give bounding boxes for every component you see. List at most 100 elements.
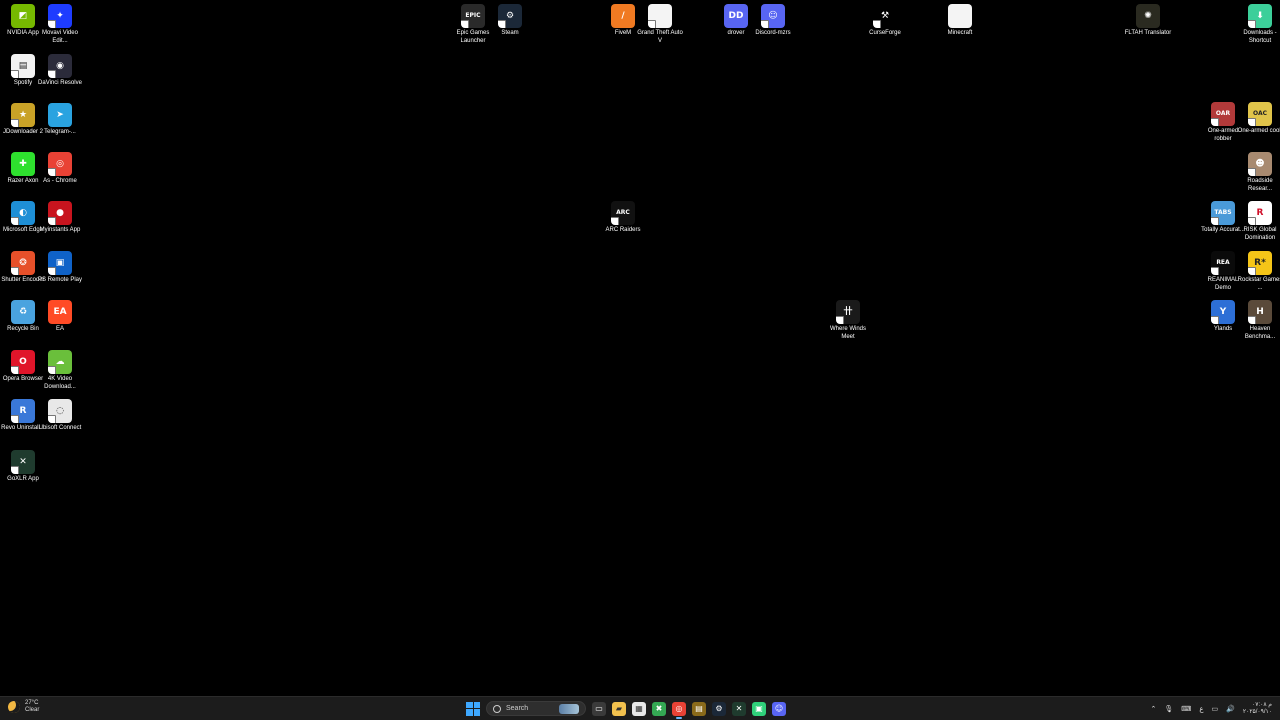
shortcut-arrow-icon — [48, 70, 56, 78]
system-tray: ⌃ 🎙 ⌨ ع ▭ 🔊 ۰۷:۰۸ م ۲۰۲۵/۰۹/۱۰ — [1150, 700, 1272, 717]
where-winds-meet-icon: 卄 — [836, 300, 860, 324]
shortcut-arrow-icon — [1248, 316, 1256, 324]
fltah-translator-icon: ✺ — [1136, 4, 1160, 28]
desktop-icon[interactable]: ✕ GoXLR App — [0, 450, 46, 484]
curseforge-icon: ⚒ — [873, 4, 897, 28]
discord-icon: ☺ — [761, 4, 785, 28]
language-indicator[interactable]: ع — [1199, 705, 1203, 713]
nvidia-icon: ◩ — [11, 4, 35, 28]
keyboard-icon[interactable]: ⌨ — [1181, 705, 1191, 713]
taskbar-file-explorer-icon[interactable]: ▰ — [612, 701, 626, 716]
chrome-icon: ◎ — [48, 152, 72, 176]
taskbar-chrome-icon[interactable]: ◎ — [672, 701, 686, 719]
desktop-icon[interactable]: EA EA — [37, 300, 83, 334]
desktop-icon[interactable]: ✺ FLTAH Translator — [1125, 4, 1171, 38]
edge-icon: ◐ — [11, 201, 35, 225]
taskbar-microsoft-store-icon[interactable]: ▦ — [632, 701, 646, 716]
shortcut-arrow-icon — [611, 217, 619, 225]
network-icon[interactable]: ▭ — [1212, 705, 1219, 713]
document-icon — [948, 4, 972, 28]
search-icon — [493, 704, 501, 713]
shortcut-arrow-icon — [11, 119, 19, 127]
taskbar-goxlr-icon[interactable]: ✕ — [732, 701, 746, 716]
recycle-bin-icon: ♻ — [11, 300, 35, 324]
desktop-icon[interactable]: OAC One-armed cook — [1237, 102, 1280, 136]
shortcut-arrow-icon — [48, 168, 56, 176]
desktop-icon[interactable]: ☁ 4K Video Download... — [37, 350, 83, 391]
search-label: Search — [506, 705, 529, 712]
search-box[interactable]: Search — [486, 701, 586, 716]
desktop-icon-label: ARC Raiders — [605, 227, 641, 233]
desktop-icon-label: 4K Video Download... — [44, 376, 76, 390]
volume-icon[interactable]: 🔊 — [1226, 705, 1235, 713]
desktop-icon[interactable]: ✦ Movavi Video Edit... — [37, 4, 83, 45]
shortcut-arrow-icon — [836, 316, 844, 324]
taskbar-task-view-icon[interactable]: ▭ — [592, 701, 606, 716]
roadside-research-icon: ☻ — [1248, 152, 1272, 176]
shortcut-arrow-icon — [1211, 217, 1219, 225]
clock-date: ۲۰۲۵/۰۹/۱۰ — [1242, 708, 1272, 715]
desktop-icon[interactable]: ◎ As - Chrome — [37, 152, 83, 186]
desktop-icon[interactable]: R RISK Global Domination — [1237, 201, 1280, 242]
risk-icon: R — [1248, 201, 1272, 225]
clock[interactable]: ۰۷:۰۸ م ۲۰۲۵/۰۹/۱۰ — [1243, 702, 1272, 716]
microphone-icon[interactable]: 🎙 — [1164, 705, 1173, 713]
taskbar-xbox-icon[interactable]: ✖ — [652, 701, 666, 716]
goxlr-icon: ✕ — [11, 450, 35, 474]
myinstants-icon: ● — [48, 201, 72, 225]
desktop-icon[interactable]: ⚙ Steam — [487, 4, 533, 38]
chevron-up-icon[interactable]: ⌃ — [1150, 705, 1156, 713]
desktop-icon-label: Telegram-... — [44, 129, 76, 135]
fivem-icon: / — [611, 4, 635, 28]
shortcut-arrow-icon — [11, 415, 19, 423]
desktop-icon-label: Movavi Video Edit... — [42, 30, 78, 44]
desktop-icon[interactable]: Grand Theft Auto V — [637, 4, 683, 45]
4k-video-downloader-icon: ☁ — [48, 350, 72, 374]
desktop-icon[interactable]: ● Myinstants App — [37, 201, 83, 235]
desktop-icon-label: Ubisoft Connect — [38, 425, 82, 431]
desktop-icon-label: As - Chrome — [43, 178, 77, 184]
shortcut-arrow-icon — [648, 20, 656, 28]
desktop-icon-label: Discord-mzrs — [755, 30, 791, 36]
shortcut-arrow-icon — [498, 20, 506, 28]
downloads-folder-icon: ⬇ — [1248, 4, 1272, 28]
desktop-icon[interactable]: ⬇ Downloads - Shortcut — [1237, 4, 1280, 45]
desktop-icon-label: Minecraft — [947, 30, 973, 36]
desktop-icon[interactable]: ◌ Ubisoft Connect — [37, 399, 83, 433]
shortcut-arrow-icon — [1248, 20, 1256, 28]
desktop-icon[interactable]: H Heaven Benchma... — [1237, 300, 1280, 341]
start-button[interactable] — [466, 701, 480, 716]
epic-games-icon: EPIC — [461, 4, 485, 28]
arc-raiders-icon: ARC — [611, 201, 635, 225]
desktop-icon[interactable]: ➤ Telegram-... — [37, 103, 83, 137]
shortcut-arrow-icon — [11, 70, 19, 78]
shortcut-arrow-icon — [11, 217, 19, 225]
shortcut-arrow-icon — [1248, 267, 1256, 275]
shortcut-arrow-icon — [1248, 168, 1256, 176]
desktop-icon[interactable]: ☺ Discord-mzrs — [750, 4, 796, 38]
desktop-icon[interactable]: Minecraft — [937, 4, 983, 38]
weather-condition: Clear — [25, 707, 40, 713]
taskbar-app-green-icon[interactable]: ▣ — [752, 701, 766, 716]
document-icon — [648, 4, 672, 28]
desktop-icon[interactable]: ▣ PS Remote Play — [37, 251, 83, 285]
shortcut-arrow-icon — [1248, 217, 1256, 225]
taskbar-app-gold-icon[interactable]: ▤ — [692, 701, 706, 716]
desktop-icon[interactable]: ◉ DaVinci Resolve — [37, 54, 83, 88]
revo-uninstaller-icon: R — [11, 399, 35, 423]
desktop-icon[interactable]: ARC ARC Raiders — [600, 201, 646, 235]
shortcut-arrow-icon — [48, 20, 56, 28]
desktop-icon[interactable]: R* Rockstar Games ... — [1237, 251, 1280, 292]
desktop-icon[interactable]: ☻ Roadside Resear... — [1237, 152, 1280, 193]
desktop-icon[interactable]: ⚒ CurseForge — [862, 4, 908, 38]
shortcut-arrow-icon — [48, 267, 56, 275]
desktop-icon-label: Heaven Benchma... — [1244, 326, 1276, 340]
ps-remote-play-icon: ▣ — [48, 251, 72, 275]
desktop-icon-label: FLTAH Translator — [1124, 30, 1172, 36]
weather-widget[interactable]: 27°C Clear — [8, 700, 39, 714]
taskbar-steam-icon[interactable]: ⚙ — [712, 701, 726, 716]
desktop-icon-label: Grand Theft Auto V — [637, 30, 683, 44]
taskbar-discord-icon[interactable]: ☺ — [772, 701, 786, 716]
desktop-icon[interactable]: 卄 Where Winds Meet — [825, 300, 871, 341]
desktop: ◩ NVIDIA App ✦ Movavi Video Edit... ▤ Spotify… — [0, 0, 1280, 697]
